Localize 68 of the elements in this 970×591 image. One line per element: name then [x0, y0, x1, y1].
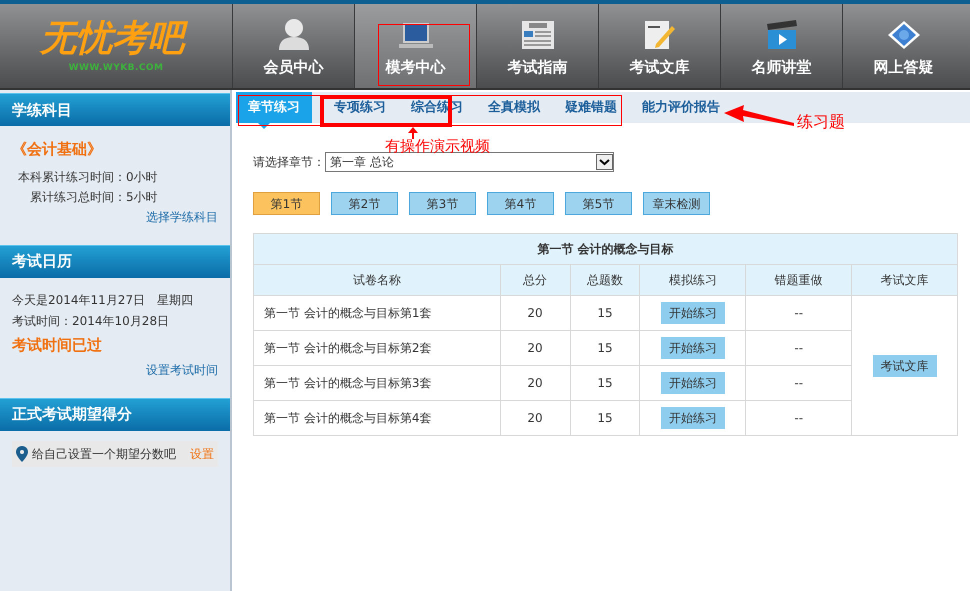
nav-item[interactable]: 考试文库 [598, 4, 720, 88]
table-cell: 20 [500, 366, 570, 400]
nav-item[interactable]: 网上答疑 [842, 4, 964, 88]
start-practice-button[interactable]: 开始练习 [660, 337, 725, 359]
tab[interactable]: 全真模拟 [476, 92, 552, 123]
chapter-select[interactable]: 第一章 总论 [325, 152, 614, 172]
section-button[interactable]: 第1节 [253, 192, 320, 215]
table-title: 第一节 会计的概念与目标 [254, 234, 958, 264]
today-date: 今天是2014年11月27日 星期四 [12, 292, 194, 308]
practice-time: 累计练习总时间：5小时 [29, 188, 159, 206]
map-pin-icon [16, 446, 28, 462]
tab[interactable]: 疑难错题 [553, 92, 629, 123]
section-button[interactable]: 章末检测 [643, 192, 710, 215]
table-cell: 第一节 会计的概念与目标第1套 [254, 296, 500, 330]
nav-item[interactable]: 模考中心 [354, 4, 476, 88]
section-button[interactable]: 第4节 [487, 192, 554, 215]
column-header: 总分 [500, 264, 570, 296]
nav-item[interactable]: 名师讲堂 [720, 4, 842, 88]
section-button[interactable]: 第2节 [331, 192, 398, 215]
start-practice-button[interactable]: 开始练习 [660, 372, 725, 394]
exam-status: 考试时间已过 [12, 334, 103, 356]
exam-date: 考试时间：2014年10月28日 [12, 312, 170, 330]
person-icon [276, 18, 310, 50]
subject-name: 《会计基础》 [12, 139, 103, 160]
exam-library-button[interactable]: 考试文库 [872, 354, 937, 376]
column-header: 模拟练习 [640, 264, 746, 296]
table-cell: 15 [570, 400, 640, 436]
table-cell: 第一节 会计的概念与目标第4套 [254, 400, 500, 436]
table-cell: 20 [500, 296, 570, 330]
panel-header: 正式考试期望得分 [0, 398, 230, 430]
panel-header: 考试日历 [0, 244, 230, 278]
table-cell: 15 [570, 296, 640, 330]
laptop-icon [398, 22, 434, 50]
column-header: 错题重做 [746, 264, 852, 296]
tab[interactable]: 能力评价报告 [630, 92, 732, 123]
selected-tab-pointer [258, 123, 270, 129]
table-cell: 第一节 会计的概念与目标第2套 [254, 330, 500, 366]
annotation-arrow [724, 104, 794, 126]
table-cell: 15 [570, 330, 640, 366]
choose-subject-link[interactable]: 选择学练科目 [146, 206, 218, 226]
section-button[interactable]: 第3节 [409, 192, 476, 215]
annotation-note: 练习题 [797, 111, 845, 133]
start-practice-button[interactable]: 开始练习 [660, 302, 725, 324]
table-cell: -- [746, 296, 852, 330]
tab[interactable]: 专项练习 [322, 92, 398, 123]
column-header: 考试文库 [852, 264, 958, 296]
table-cell: 20 [500, 330, 570, 366]
table-cell: 20 [500, 400, 570, 436]
newspaper-icon [520, 20, 554, 50]
start-practice-button[interactable]: 开始练习 [660, 407, 725, 429]
section-button[interactable]: 第5节 [565, 192, 632, 215]
help-icon [886, 20, 920, 50]
nav-item[interactable]: 考试指南 [476, 4, 598, 88]
notepad-pencil-icon [644, 20, 676, 50]
panel-header: 学练科目 [0, 93, 230, 126]
logo-url: WWW.WYKB.COM [68, 62, 164, 76]
annotation-note: 有操作演示视频 [385, 138, 490, 155]
table-cell: 15 [570, 366, 640, 400]
chapter-label: 请选择章节： [253, 154, 325, 171]
set-exam-time-link[interactable]: 设置考试时间 [146, 358, 218, 382]
clapperboard-icon [766, 20, 798, 50]
practice-time: 本科累计练习时间：0小时 [17, 168, 159, 186]
column-header: 总题数 [570, 264, 640, 296]
table-cell: 第一节 会计的概念与目标第3套 [254, 366, 500, 400]
column-header: 试卷名称 [254, 264, 500, 296]
score-prompt: 给自己设置一个期望分数吧 [32, 446, 176, 462]
logo-title: 无忧考吧 [36, 16, 196, 62]
annotation-arrow [407, 127, 419, 139]
